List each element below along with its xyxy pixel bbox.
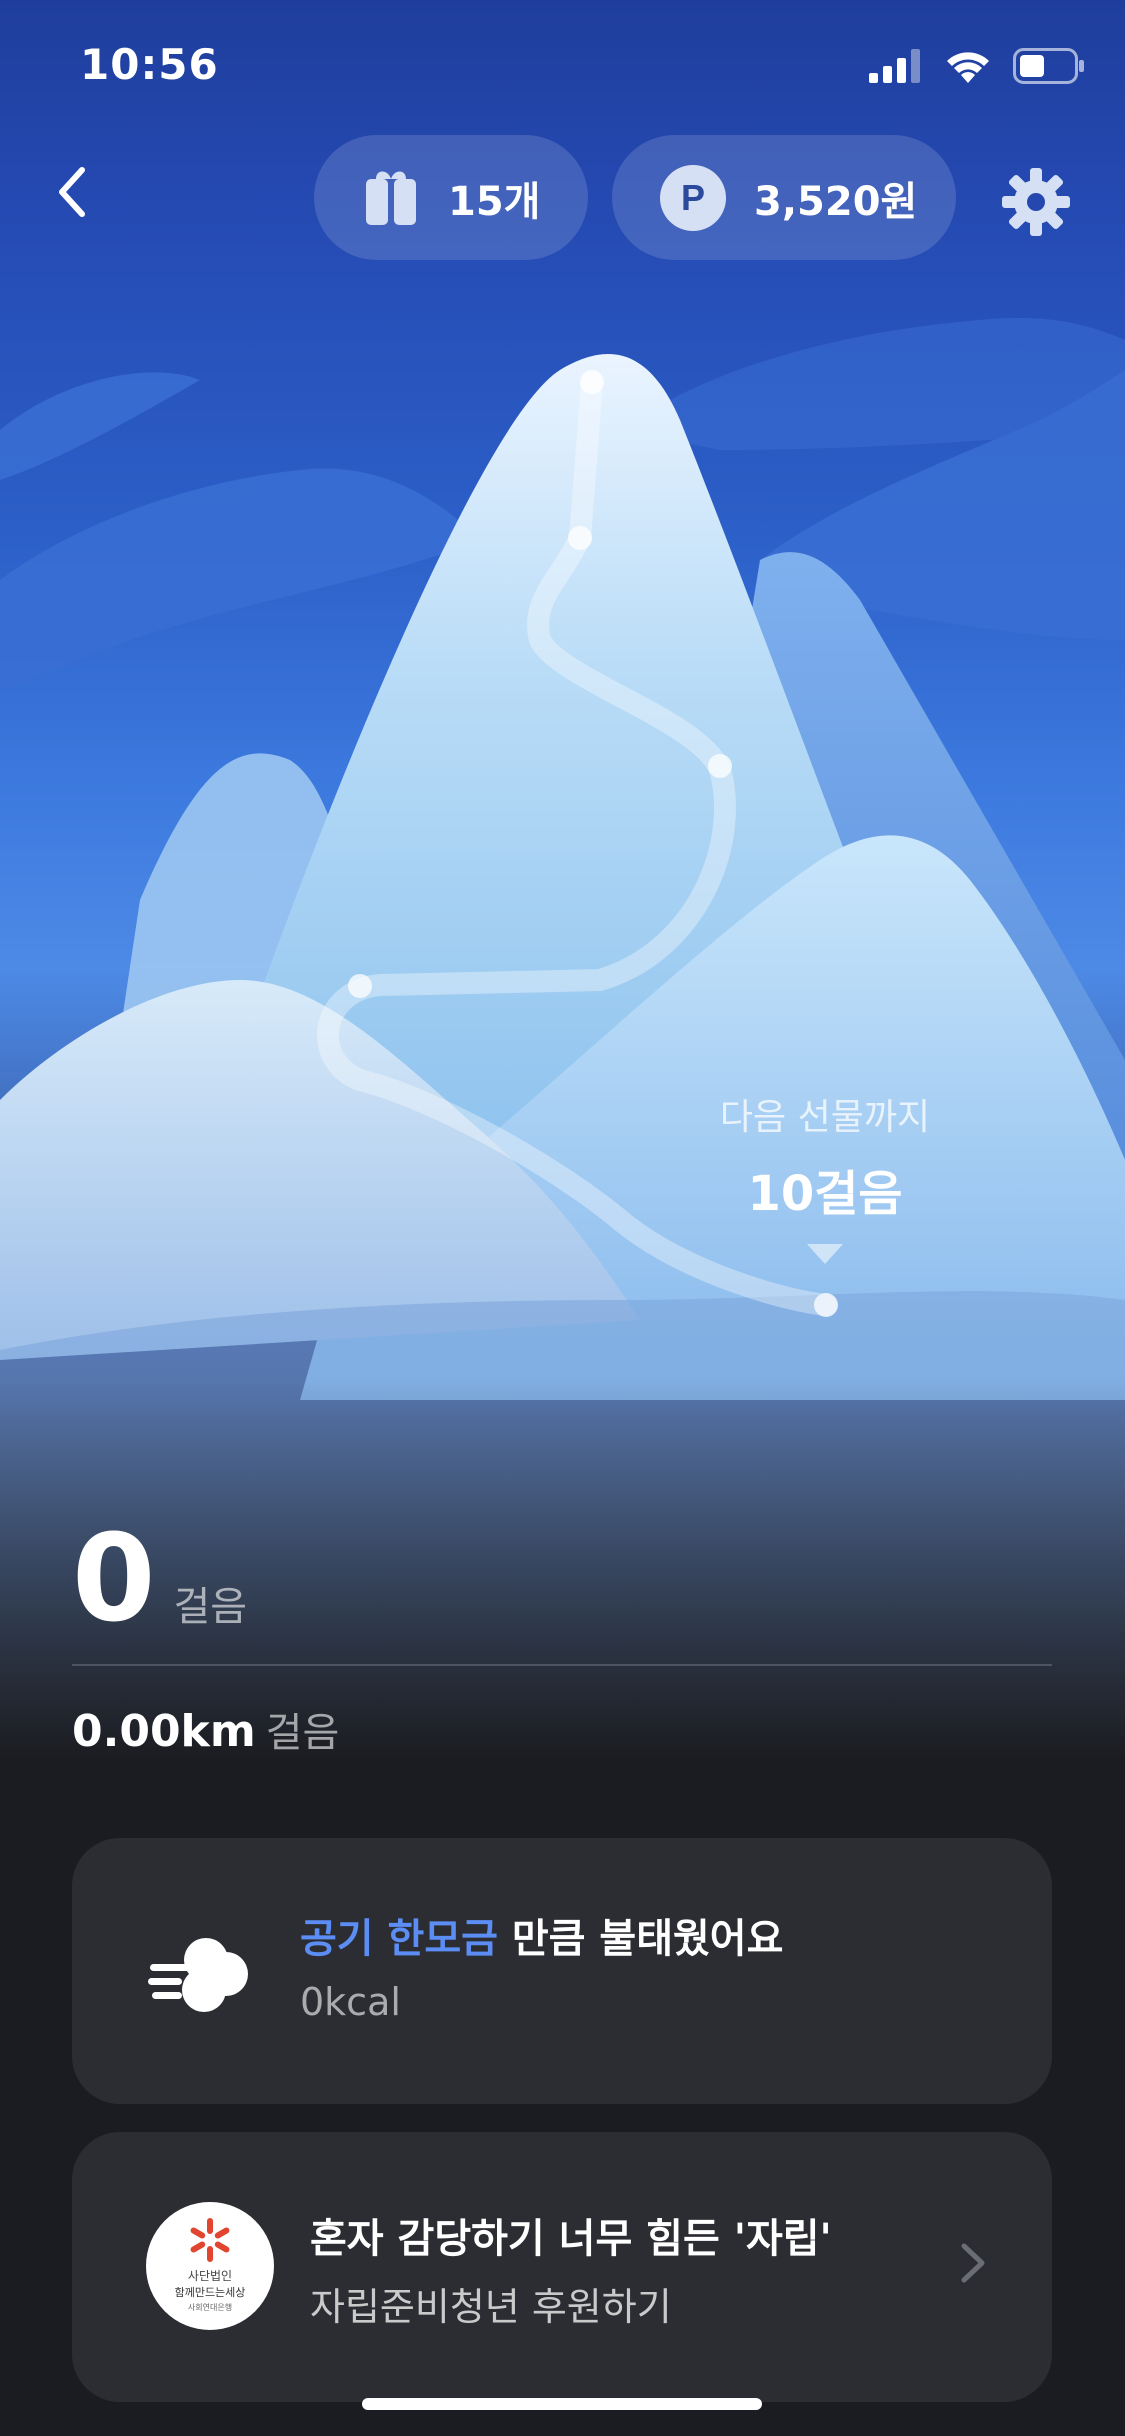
org-logo-icon: 사단법인 함께만드는세상 사회연대은행 — [146, 2202, 274, 2334]
status-time: 10:56 — [80, 40, 219, 89]
cloud-wind-icon — [146, 1918, 256, 2032]
distance: 0.00km 걸음 — [72, 1700, 339, 1758]
step-count: 0 걸음 — [72, 1520, 247, 1640]
step-count-value: 0 — [72, 1510, 156, 1649]
donation-title: 혼자 감당하기 너무 힘든 '자립' — [310, 2216, 832, 2262]
org-logo-line3: 사회연대은행 — [188, 2302, 232, 2312]
next-gift-label: 다음 선물까지 — [719, 1097, 931, 1138]
gift-box-icon — [362, 169, 420, 227]
status-icons — [869, 48, 1085, 84]
gift-count-pill[interactable]: 15개 — [314, 135, 588, 260]
back-button[interactable] — [40, 160, 104, 224]
home-indicator — [362, 2398, 762, 2410]
calorie-highlight: 공기 한모금 — [300, 1916, 498, 1962]
cellular-signal-icon — [869, 49, 920, 83]
distance-value: 0.00km — [72, 1706, 256, 1757]
donation-card[interactable]: 사단법인 함께만드는세상 사회연대은행 혼자 감당하기 너무 힘든 '자립' 자… — [72, 2132, 1052, 2402]
donation-subtitle: 자립준비청년 후원하기 — [310, 2285, 672, 2329]
distance-unit: 걸음 — [265, 1710, 340, 1756]
calorie-card: 공기 한모금 만큼 불태웠어요 0kcal — [72, 1838, 1052, 2104]
calorie-value: 0kcal — [300, 1980, 401, 2024]
top-bar: 15개 P 3,520원 — [0, 130, 1125, 260]
mountain-illustration: 다음 선물까지 10걸음 — [0, 0, 1125, 1760]
chevron-right-icon — [958, 2240, 988, 2290]
step-count-unit: 걸음 — [173, 1584, 248, 1630]
calorie-headline-rest: 만큼 불태웠어요 — [497, 1916, 784, 1962]
stats-divider — [72, 1664, 1052, 1666]
battery-icon — [1013, 48, 1084, 84]
points-balance: 3,520원 — [754, 178, 918, 225]
next-gift-steps: 10걸음 — [747, 1166, 903, 1222]
svg-text:P: P — [681, 177, 705, 218]
callout-pointer — [807, 1244, 843, 1264]
point-p-icon: P — [660, 164, 726, 231]
org-logo-line2: 함께만드는세상 — [175, 2286, 246, 2299]
org-logo-line1: 사단법인 — [188, 2269, 232, 2283]
status-bar: 10:56 — [0, 0, 1125, 140]
mountain-scene — [0, 318, 1125, 1760]
chevron-left-icon — [59, 167, 85, 217]
wifi-icon — [947, 52, 989, 83]
next-gift-callout: 다음 선물까지 10걸음 — [660, 1088, 990, 1264]
gear-icon — [1002, 168, 1070, 236]
settings-button[interactable] — [1000, 166, 1072, 238]
gift-count: 15개 — [448, 178, 541, 225]
points-pill[interactable]: P 3,520원 — [612, 135, 956, 260]
calorie-headline: 공기 한모금 만큼 불태웠어요 — [300, 1906, 783, 1964]
